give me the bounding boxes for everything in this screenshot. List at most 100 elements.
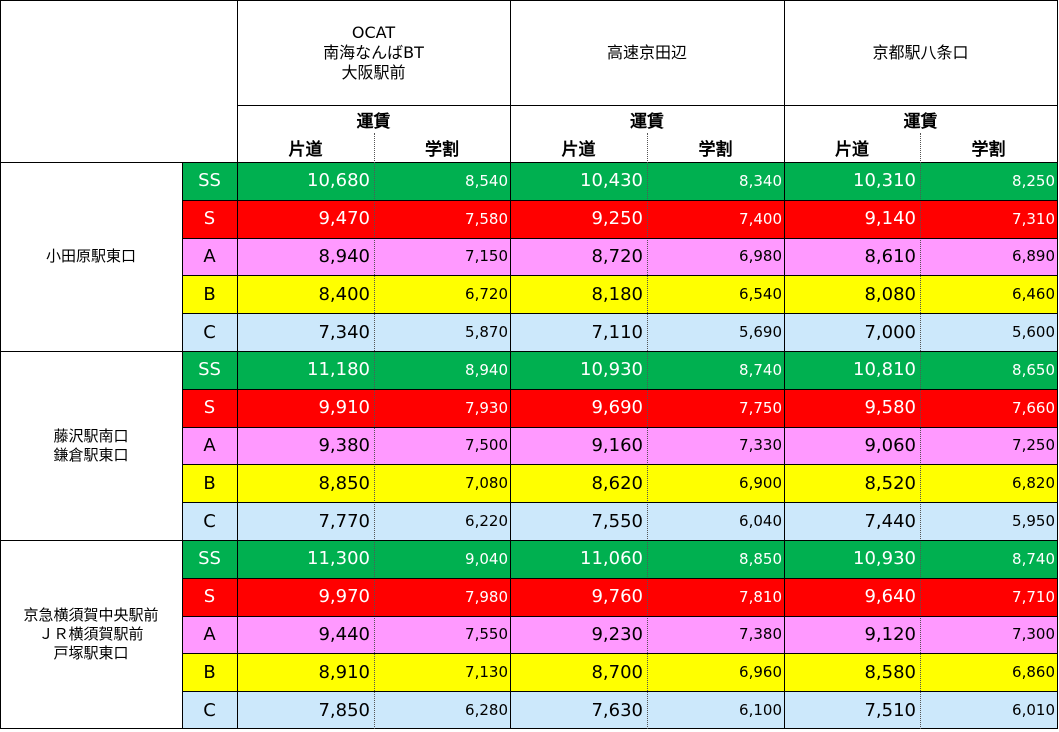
oneway-fare: 8,610 xyxy=(864,245,916,267)
seat-rank: C xyxy=(203,699,216,721)
student-fare: 7,580 xyxy=(465,209,508,228)
origin-name-line: 藤沢駅南口 xyxy=(53,426,129,445)
oneway-fare: 9,060 xyxy=(864,434,916,456)
oneway-fare: 8,850 xyxy=(318,472,370,494)
oneway-label: 片道 xyxy=(561,140,596,160)
oneway-fare: 10,430 xyxy=(580,170,643,192)
grid-line xyxy=(1057,0,1058,729)
origin-stop: 藤沢駅南口 鎌倉駅東口 xyxy=(0,351,182,540)
grid-line xyxy=(0,351,1057,352)
student-fare: 7,930 xyxy=(465,398,508,417)
student-fare: 7,710 xyxy=(1012,587,1055,606)
seat-rank: A xyxy=(203,623,216,645)
origin-name-line: 小田原駅東口 xyxy=(45,247,136,265)
fare-label: 運賃 xyxy=(903,111,938,132)
student-fare: 7,660 xyxy=(1012,398,1055,417)
student-fare: 5,950 xyxy=(1012,512,1055,531)
oneway-fare: 8,400 xyxy=(318,283,370,305)
oneway-fare: 8,940 xyxy=(318,245,370,267)
origin-stop: 小田原駅東口 xyxy=(0,162,182,351)
student-fare: 6,980 xyxy=(739,247,782,266)
grid-line xyxy=(182,313,1057,315)
oneway-fare: 9,160 xyxy=(591,434,643,456)
grid-line xyxy=(0,0,1057,1)
destination-header: 高速京田辺 xyxy=(510,0,784,105)
grid-line xyxy=(0,162,1057,163)
grid-line xyxy=(237,0,238,729)
student-fare: 7,400 xyxy=(739,209,782,228)
oneway-fare: 7,110 xyxy=(591,321,643,343)
oneway-fare: 7,770 xyxy=(318,510,370,532)
seat-rank: A xyxy=(203,245,216,267)
grid-line xyxy=(182,464,1057,466)
origin-stop: 京急横須賀中央駅前 ＪＲ横須賀駅前 戸塚駅東口 xyxy=(0,540,182,729)
oneway-fare: 9,970 xyxy=(318,586,370,608)
oneway-fare: 9,380 xyxy=(318,434,370,456)
oneway-fare: 9,690 xyxy=(591,397,643,419)
grid-line xyxy=(182,237,1057,239)
grid-line xyxy=(182,426,1057,428)
student-fare: 8,340 xyxy=(739,171,782,190)
student-label: 学割 xyxy=(698,140,733,160)
oneway-fare: 7,850 xyxy=(318,699,370,721)
destination-name-line: 京都駅八条口 xyxy=(872,42,969,62)
student-fare: 6,540 xyxy=(739,285,782,304)
student-fare: 7,150 xyxy=(465,247,508,266)
student-fare: 8,540 xyxy=(465,171,508,190)
origin-name-line: 京急横須賀中央駅前 xyxy=(23,606,159,624)
student-fare: 7,380 xyxy=(739,625,782,644)
oneway-fare: 9,250 xyxy=(591,208,643,230)
student-fare: 9,040 xyxy=(465,549,508,568)
oneway-fare: 9,440 xyxy=(318,623,370,645)
destination-name-line: OCAT xyxy=(351,22,396,42)
oneway-fare: 8,580 xyxy=(864,661,916,683)
student-fare: 5,690 xyxy=(739,323,782,342)
student-fare: 7,300 xyxy=(1012,625,1055,644)
student-fare: 7,750 xyxy=(739,398,782,417)
student-fare: 6,280 xyxy=(465,701,508,720)
oneway-fare: 7,340 xyxy=(318,321,370,343)
grid-line xyxy=(237,105,1057,106)
oneway-fare: 7,630 xyxy=(591,699,643,721)
student-fare: 6,720 xyxy=(465,285,508,304)
student-fare: 6,820 xyxy=(1012,474,1055,493)
oneway-fare: 8,720 xyxy=(591,245,643,267)
student-label: 学割 xyxy=(425,140,459,160)
destination-name-line: 南海なんばBT xyxy=(323,42,424,62)
seat-rank: B xyxy=(203,283,216,305)
oneway-fare: 10,310 xyxy=(853,170,916,192)
seat-rank: SS xyxy=(198,170,221,192)
fare-label: 運賃 xyxy=(630,111,664,132)
student-fare: 6,900 xyxy=(739,474,782,493)
student-fare: 7,130 xyxy=(465,663,508,682)
student-fare: 7,550 xyxy=(465,625,508,644)
grid-line xyxy=(0,540,1057,541)
oneway-fare: 9,640 xyxy=(864,586,916,608)
student-fare: 6,220 xyxy=(465,512,508,531)
grid-line xyxy=(182,388,1057,390)
oneway-fare: 8,910 xyxy=(318,661,370,683)
oneway-label: 片道 xyxy=(288,140,323,160)
oneway-fare: 9,230 xyxy=(591,623,643,645)
seat-rank: C xyxy=(203,321,216,343)
oneway-fare: 8,180 xyxy=(591,283,643,305)
grid-line xyxy=(647,133,648,729)
oneway-fare: 10,930 xyxy=(853,548,916,570)
student-fare: 8,650 xyxy=(1012,360,1055,379)
grid-line xyxy=(0,0,1,729)
oneway-fare: 8,080 xyxy=(864,283,916,305)
grid-line xyxy=(0,728,1057,729)
student-fare: 8,940 xyxy=(465,360,508,379)
destination-name-line: 高速京田辺 xyxy=(606,42,687,62)
grid-line xyxy=(784,0,785,729)
student-fare: 6,100 xyxy=(739,701,782,720)
origin-name-line: 鎌倉駅東口 xyxy=(53,445,129,464)
seat-rank: A xyxy=(203,434,216,456)
student-fare: 5,600 xyxy=(1012,323,1055,342)
oneway-fare: 7,510 xyxy=(864,699,916,721)
grid-line xyxy=(182,275,1057,277)
oneway-fare: 9,120 xyxy=(864,623,916,645)
student-fare: 7,080 xyxy=(465,474,508,493)
student-fare: 8,740 xyxy=(739,360,782,379)
seat-rank: SS xyxy=(198,548,221,570)
